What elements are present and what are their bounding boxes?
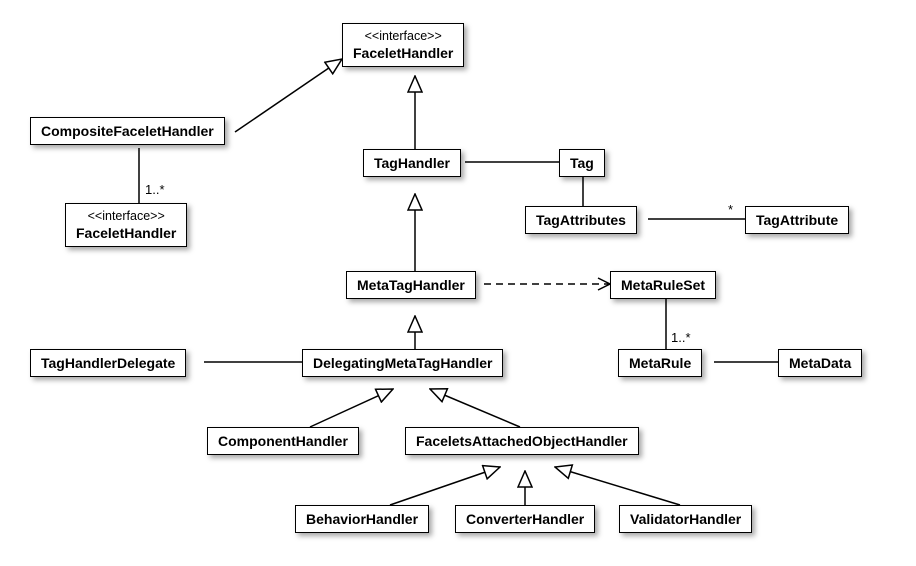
class-name: ConverterHandler: [466, 510, 584, 528]
class-name: TagAttributes: [536, 211, 626, 229]
node-componenthandler: ComponentHandler: [207, 427, 359, 455]
node-taghandlerdelegate: TagHandlerDelegate: [30, 349, 186, 377]
edge-faoh-to-delegating: [430, 389, 520, 427]
edge-componenthandler-to-delegating: [310, 389, 393, 427]
class-name: TagAttribute: [756, 211, 838, 229]
node-metadata: MetaData: [778, 349, 862, 377]
class-name: DelegatingMetaTagHandler: [313, 354, 492, 372]
class-name: TagHandlerDelegate: [41, 354, 175, 372]
node-behaviorhandler: BehaviorHandler: [295, 505, 429, 533]
multiplicity-label: 1..*: [145, 182, 165, 197]
class-name: BehaviorHandler: [306, 510, 418, 528]
stereotype-label: <<interface>>: [76, 208, 176, 224]
class-name: ValidatorHandler: [630, 510, 741, 528]
node-composite-facelethandler: CompositeFaceletHandler: [30, 117, 225, 145]
class-name: MetaTagHandler: [357, 276, 465, 294]
node-facelethandler-nested: <<interface>> FaceletHandler: [65, 203, 187, 247]
edge-validator-to-faoh: [555, 467, 680, 505]
class-name: FaceletHandler: [76, 224, 176, 242]
class-name: MetaRuleSet: [621, 276, 705, 294]
node-metataghandler: MetaTagHandler: [346, 271, 476, 299]
stereotype-label: <<interface>>: [353, 28, 453, 44]
uml-diagram: MetaRuleSet dependency (dashed, open arr…: [0, 0, 916, 566]
node-taghandler: TagHandler: [363, 149, 461, 177]
class-name: MetaData: [789, 354, 851, 372]
node-delegatingmetataghandler: DelegatingMetaTagHandler: [302, 349, 503, 377]
node-metaruleset: MetaRuleSet: [610, 271, 716, 299]
class-name: MetaRule: [629, 354, 691, 372]
class-name: Tag: [570, 154, 594, 172]
edge-behavior-to-faoh: [390, 467, 500, 505]
node-tag: Tag: [559, 149, 605, 177]
class-name: CompositeFaceletHandler: [41, 122, 214, 140]
class-name: TagHandler: [374, 154, 450, 172]
node-facelethandler-top: <<interface>> FaceletHandler: [342, 23, 464, 67]
multiplicity-label: *: [728, 202, 733, 217]
class-name: FaceletsAttachedObjectHandler: [416, 432, 628, 450]
multiplicity-label: 1..*: [671, 330, 691, 345]
node-tagattribute: TagAttribute: [745, 206, 849, 234]
node-faceletsattachedobjecthandler: FaceletsAttachedObjectHandler: [405, 427, 639, 455]
node-metarule: MetaRule: [618, 349, 702, 377]
class-name: FaceletHandler: [353, 44, 453, 62]
node-tagattributes: TagAttributes: [525, 206, 637, 234]
node-converterhandler: ConverterHandler: [455, 505, 595, 533]
node-validatorhandler: ValidatorHandler: [619, 505, 752, 533]
edge-composite-to-facelethandler: [235, 59, 342, 132]
class-name: ComponentHandler: [218, 432, 348, 450]
